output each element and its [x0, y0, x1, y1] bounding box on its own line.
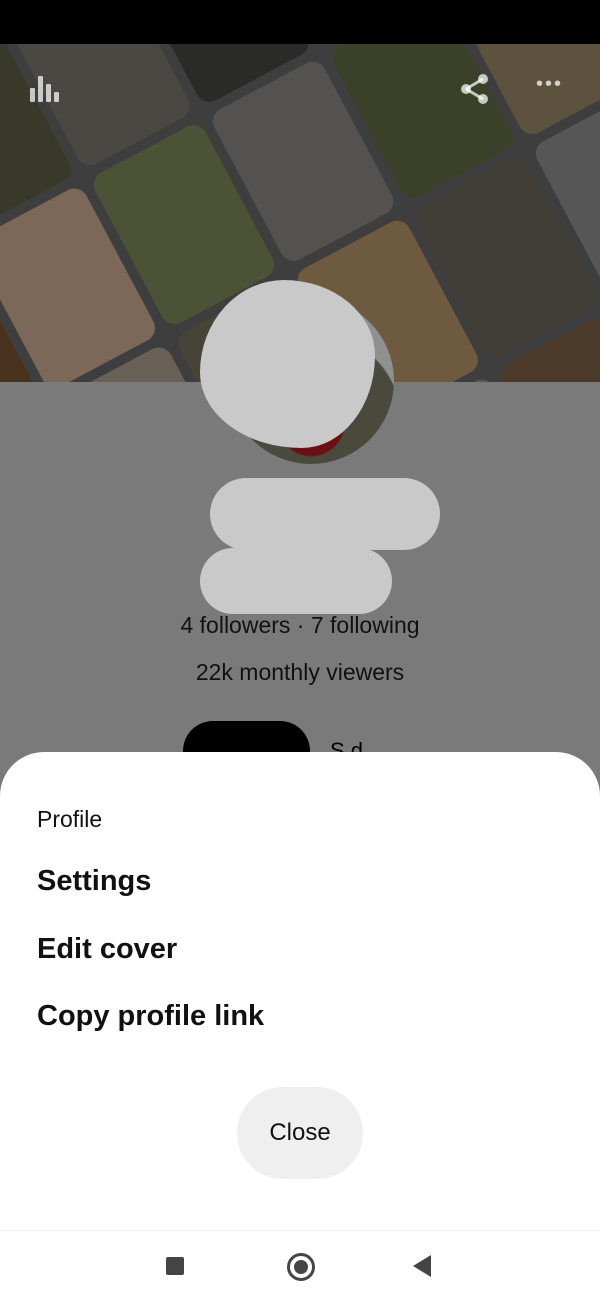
redaction-name — [210, 478, 440, 550]
android-nav-bar — [0, 1230, 600, 1301]
square-icon[interactable] — [166, 1257, 184, 1275]
sheet-title: Profile — [37, 806, 103, 832]
edit-cover-menu-item[interactable]: Edit cover — [37, 933, 177, 966]
more-icon[interactable]: ••• — [536, 74, 563, 94]
share-icon[interactable] — [458, 72, 492, 111]
copy-profile-link-menu-item[interactable]: Copy profile link — [37, 1000, 264, 1033]
redaction-avatar — [200, 280, 375, 448]
home-circle-icon[interactable] — [287, 1253, 315, 1281]
close-button[interactable]: Close — [237, 1087, 363, 1179]
monthly-viewers: 22k monthly viewers — [195, 659, 405, 685]
redaction-username — [200, 548, 392, 614]
bottom-sheet: Profile Settings Edit cover Copy profile… — [0, 752, 600, 1232]
settings-menu-item[interactable]: Settings — [37, 865, 151, 898]
stats-icon[interactable] — [30, 74, 59, 102]
status-bar — [0, 0, 600, 44]
followers-following[interactable]: 4 followers · 7 following — [0, 612, 600, 639]
back-triangle-icon[interactable] — [413, 1255, 431, 1277]
